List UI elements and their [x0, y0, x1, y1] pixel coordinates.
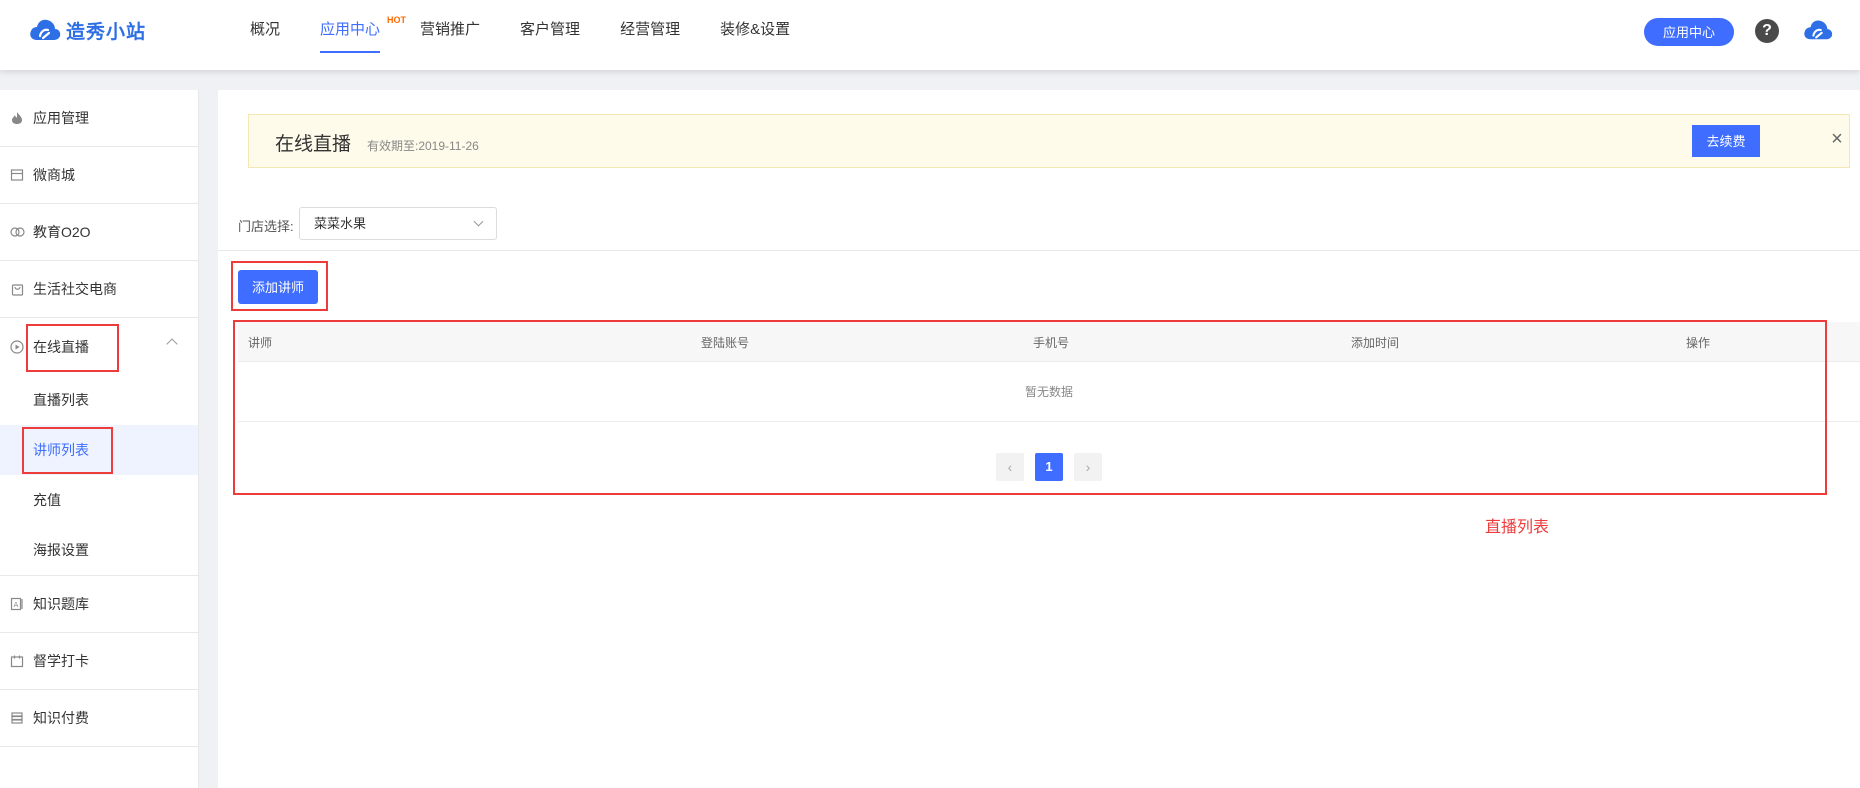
banner-expiry: 有效期至:2019-11-26 — [367, 139, 479, 153]
sidebar-item-micro-mall[interactable]: 微商城 — [0, 147, 198, 204]
pagination-prev-button[interactable]: ‹ — [996, 453, 1024, 481]
live-submenu: 直播列表 讲师列表 充值 海报设置 — [0, 375, 198, 576]
sidebar-item-live[interactable]: 在线直播 — [0, 318, 198, 375]
submenu-lecturer-list[interactable]: 讲师列表 — [0, 425, 198, 475]
cloud-logo-icon — [30, 19, 61, 40]
nav-app-center[interactable]: 应用中心 HOT — [320, 0, 406, 70]
table-header: 讲师 登陆账号 手机号 添加时间 操作 — [238, 322, 1860, 362]
app-center-button[interactable]: 应用中心 — [1644, 18, 1734, 46]
sidebar-item-label: 知识题库 — [33, 596, 89, 612]
sidebar: 应用管理 微商城 教育O2O 生活社交电商 在线直播 直播列表 讲师列表 充值 … — [0, 90, 199, 788]
column-header-added-time: 添加时间 — [1351, 336, 1400, 350]
store-filter-label: 门店选择: — [238, 219, 294, 234]
hot-badge: HOT — [387, 15, 407, 25]
nav-customers[interactable]: 客户管理 — [520, 0, 580, 70]
flame-icon — [9, 110, 25, 126]
sidebar-item-label: 在线直播 — [33, 338, 89, 355]
add-lecturer-button[interactable]: 添加讲师 — [238, 270, 318, 304]
column-header-login-account: 登陆账号 — [701, 336, 750, 350]
submenu-live-list[interactable]: 直播列表 — [0, 375, 198, 425]
brand-logo[interactable]: 造秀小站 — [28, 16, 146, 44]
pagination: ‹ 1 › — [218, 453, 1860, 481]
submenu-poster-settings[interactable]: 海报设置 — [0, 525, 198, 575]
sidebar-item-label: 督学打卡 — [33, 653, 89, 669]
brand-name: 造秀小站 — [66, 21, 147, 43]
chevron-down-icon — [473, 216, 484, 227]
sidebar-item-label: 生活社交电商 — [33, 281, 117, 297]
sidebar-item-label: 知识付费 — [33, 710, 89, 726]
column-header-phone: 手机号 — [1033, 336, 1070, 350]
renew-button[interactable]: 去续费 — [1692, 125, 1760, 157]
question-bank-icon: A — [9, 596, 25, 612]
calendar-icon — [9, 653, 25, 669]
top-header: 造秀小站 概况 应用中心 HOT 营销推广 客户管理 经营管理 装修&设置 应用… — [0, 0, 1860, 70]
help-icon[interactable]: ? — [1755, 19, 1779, 43]
play-circle-icon — [9, 339, 25, 355]
store-select-value: 菜菜水果 — [314, 216, 367, 231]
nav-overview[interactable]: 概况 — [250, 0, 280, 70]
nav-operations[interactable]: 经营管理 — [620, 0, 680, 70]
main-content: 在线直播 有效期至:2019-11-26 去续费 × 门店选择: 菜菜水果 添加… — [218, 90, 1860, 788]
section-divider — [218, 250, 1860, 251]
nav-marketing[interactable]: 营销推广 — [420, 0, 480, 70]
pagination-next-button[interactable]: › — [1074, 453, 1102, 481]
bag-icon — [9, 281, 25, 297]
sidebar-item-social-ecommerce[interactable]: 生活社交电商 — [0, 261, 198, 318]
sidebar-item-label: 微商城 — [33, 167, 75, 183]
sidebar-item-check-in[interactable]: 督学打卡 — [0, 633, 198, 690]
column-header-actions: 操作 — [1686, 336, 1711, 350]
sidebar-item-education[interactable]: 教育O2O — [0, 204, 198, 261]
sidebar-item-paid-knowledge[interactable]: 知识付费 — [0, 690, 198, 747]
table-empty-state: 暂无数据 — [238, 362, 1860, 422]
education-icon — [9, 224, 25, 240]
main-nav: 概况 应用中心 HOT 营销推广 客户管理 经营管理 装修&设置 — [250, 0, 830, 70]
banner-title: 在线直播 — [275, 134, 352, 155]
nav-decor-settings[interactable]: 装修&设置 — [720, 0, 790, 70]
sidebar-item-label: 应用管理 — [33, 110, 89, 126]
user-avatar[interactable] — [1802, 17, 1834, 48]
cloud-avatar-icon — [1804, 20, 1833, 40]
app-banner: 在线直播 有效期至:2019-11-26 去续费 × — [248, 114, 1850, 168]
store-icon — [9, 167, 25, 183]
pagination-page-1[interactable]: 1 — [1035, 453, 1063, 481]
lecturer-table: 讲师 登陆账号 手机号 添加时间 操作 暂无数据 — [238, 322, 1860, 422]
sidebar-item-app-management[interactable]: 应用管理 — [0, 90, 198, 147]
close-icon[interactable]: × — [1829, 129, 1845, 149]
column-header-lecturer: 讲师 — [248, 336, 273, 350]
store-select[interactable]: 菜菜水果 — [299, 207, 497, 240]
chevron-up-icon[interactable] — [166, 338, 178, 350]
svg-text:A: A — [14, 601, 19, 609]
annotation-note: 直播列表 — [1485, 519, 1550, 536]
sidebar-item-label: 教育O2O — [33, 224, 91, 240]
stack-icon — [9, 710, 25, 726]
sidebar-item-question-bank[interactable]: A 知识题库 — [0, 576, 198, 633]
submenu-recharge[interactable]: 充值 — [0, 475, 198, 525]
nav-app-center-label: 应用中心 — [320, 21, 381, 38]
